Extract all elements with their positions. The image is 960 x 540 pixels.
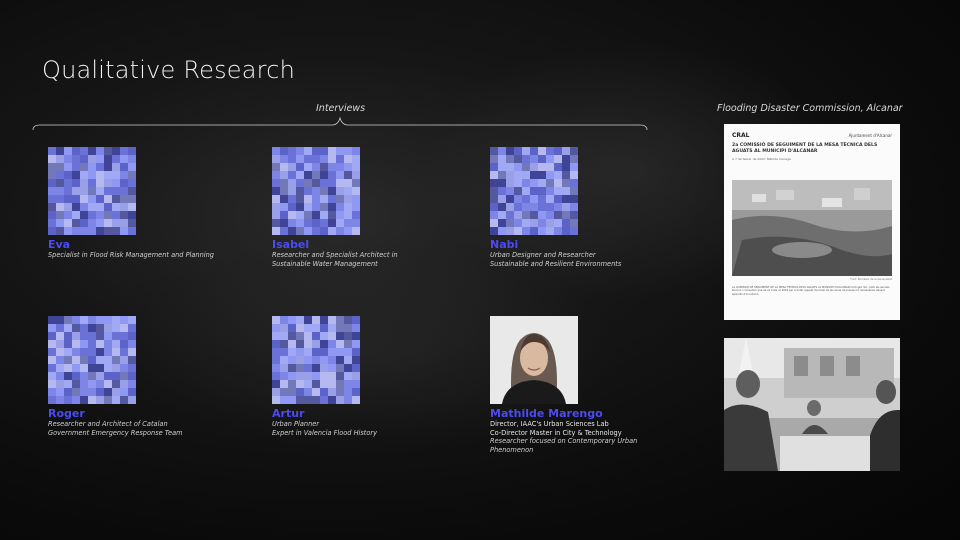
interviewee-name: Mathilde Marengo <box>490 407 603 420</box>
commission-document: CRAL Ajuntament d'Alcanar 2a COMISSIÓ DE… <box>724 124 900 320</box>
interviewee-card-isabel: Isabel Researcher and Specialist Archite… <box>272 147 502 268</box>
interviews-label: Interviews <box>316 103 366 114</box>
interviewee-name: Eva <box>48 238 71 251</box>
interviewee-role: Urban Designer and Researcher <box>490 251 596 259</box>
interviews-brace <box>32 116 648 131</box>
commission-meeting-photo <box>724 338 900 471</box>
interviewee-focus: Phenomenon <box>490 445 534 454</box>
interviewee-card-eva: Eva Specialist in Flood Risk Management … <box>48 147 278 260</box>
interviewee-role: Sustainable Water Management <box>272 259 378 268</box>
document-heading: 2a COMISSIÓ DE SEGUIMENT DE LA MESA TÈCN… <box>732 143 878 154</box>
interviewee-name: Roger <box>48 407 85 420</box>
document-body: La COMISSIÓ DE SEGUIMENT DE LA MESA TÈCN… <box>732 286 890 296</box>
interviewee-role: Expert in Valencia Flood History <box>272 428 378 437</box>
interviewee-name: Isabel <box>272 238 310 251</box>
anonymized-avatar <box>272 316 360 404</box>
interviewee-card-roger: Roger Researcher and Architect of Catala… <box>48 316 278 437</box>
commission-label: Flooding Disaster Commission, Alcanar <box>717 103 903 114</box>
interviewee-card-nabi: Nabi Urban Designer and Researcher Susta… <box>490 147 720 268</box>
interviewee-role: Researcher and Architect of Catalan <box>48 420 168 428</box>
portrait-photo <box>490 316 578 404</box>
ajuntament-logo: Ajuntament d'Alcanar <box>848 133 892 138</box>
photo-caption: Font: Bombers de la Generalitat <box>850 278 893 281</box>
interviewee-role: Urban Planner <box>272 420 320 428</box>
interviewee-role: Researcher and Specialist Architect in <box>272 251 398 259</box>
document-date: A 7 de febrer de 2022, Mètode Càrrega <box>732 157 791 161</box>
interviewee-role: Sustainable and Resilient Environments <box>490 259 622 268</box>
interviewee-name: Nabi <box>490 238 519 251</box>
interviewee-role: Specialist in Flood Risk Management and … <box>48 251 214 259</box>
interviewee-role: Co-Director Master in City & Technology <box>490 428 622 437</box>
page-title: Qualitative Research <box>42 56 296 84</box>
interviewee-role: Government Emergency Response Team <box>48 428 183 437</box>
interviewee-card-mathilde: Mathilde Marengo Director, IAAC's Urban … <box>490 316 720 454</box>
anonymized-avatar <box>490 147 578 235</box>
interviewee-role: Director, IAAC's Urban Sciences Lab <box>490 420 609 428</box>
interviewee-focus: Researcher focused on Contemporary Urban <box>490 437 638 446</box>
interviewee-name: Artur <box>272 407 305 420</box>
interviewee-card-artur: Artur Urban Planner Expert in Valencia F… <box>272 316 502 437</box>
anonymized-avatar <box>272 147 360 235</box>
cral-logo: CRAL <box>732 132 750 139</box>
anonymized-avatar <box>48 147 136 235</box>
aerial-flood-photo <box>732 180 892 276</box>
anonymized-avatar <box>48 316 136 404</box>
